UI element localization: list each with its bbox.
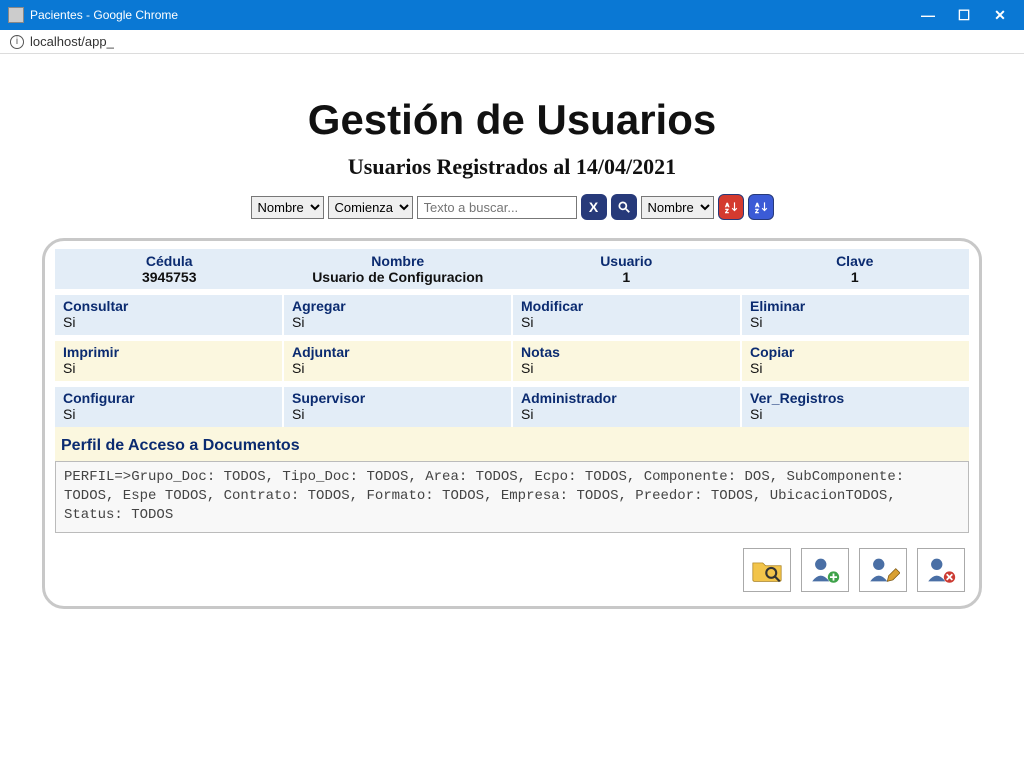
perm-cell: Copiar Si [742,341,969,381]
identity-cell-clave: Clave 1 [741,249,970,289]
url-text: localhost/app_ [30,34,114,49]
identity-label: Clave [747,253,964,269]
action-delete-user-button[interactable] [917,548,965,592]
perm-label: Agregar [292,298,503,314]
page-title: Gestión de Usuarios [24,96,1000,144]
perm-label: Copiar [750,344,961,360]
perm-value: Si [521,406,732,422]
window-title: Pacientes - Google Chrome [30,8,922,22]
identity-cell-usuario: Usuario 1 [512,249,741,289]
perm-cell: Agregar Si [284,295,513,335]
perm-value: Si [63,360,274,376]
browser-address-bar: i localhost/app_ [0,30,1024,54]
user-edit-icon [866,553,900,587]
identity-value: 3945753 [61,269,278,285]
perm-cell: Configurar Si [55,387,284,427]
perm-label: Consultar [63,298,274,314]
window-close-button[interactable]: ✕ [994,9,1006,21]
page-body: Gestión de Usuarios Usuarios Registrados… [0,54,1024,734]
perm-label: Modificar [521,298,732,314]
user-card: Cédula 3945753 Nombre Usuario de Configu… [42,238,982,609]
search-match-select[interactable]: Comienza [328,196,413,219]
perm-row: Configurar Si Supervisor Si Administrado… [55,387,969,427]
perm-value: Si [292,406,503,422]
clear-search-button[interactable]: X [581,194,607,220]
svg-text:A: A [755,203,760,209]
action-search-records-button[interactable] [743,548,791,592]
perm-label: Administrador [521,390,732,406]
perm-label: Imprimir [63,344,274,360]
search-field-select-2[interactable]: Nombre [641,196,714,219]
perm-value: Si [63,406,274,422]
perm-value: Si [750,360,961,376]
identity-value: 1 [518,269,735,285]
perm-value: Si [521,314,732,330]
perm-cell: Eliminar Si [742,295,969,335]
identity-label: Nombre [290,253,507,269]
perm-row: Consultar Si Agregar Si Modificar Si Eli… [55,295,969,335]
perm-cell: Administrador Si [513,387,742,427]
perm-label: Eliminar [750,298,961,314]
page-subtitle: Usuarios Registrados al 14/04/2021 [24,154,1000,180]
svg-text:Z: Z [725,209,729,214]
perm-label: Supervisor [292,390,503,406]
perm-cell: Notas Si [513,341,742,381]
profile-textarea[interactable] [55,461,969,533]
identity-cell-cedula: Cédula 3945753 [55,249,284,289]
perm-cell: Modificar Si [513,295,742,335]
user-add-icon [808,553,842,587]
window-minimize-button[interactable]: — [922,9,934,21]
window-titlebar: Pacientes - Google Chrome — ☐ ✕ [0,0,1024,30]
search-toolbar: Nombre Comienza X Nombre AZ AZ [24,194,1000,220]
site-info-icon[interactable]: i [10,35,24,49]
perm-cell: Adjuntar Si [284,341,513,381]
perm-cell: Consultar Si [55,295,284,335]
perm-label: Ver_Registros [750,390,961,406]
perm-value: Si [750,406,961,422]
identity-row: Cédula 3945753 Nombre Usuario de Configu… [55,249,969,289]
action-add-user-button[interactable] [801,548,849,592]
perm-value: Si [292,314,503,330]
perm-value: Si [521,360,732,376]
perm-cell: Supervisor Si [284,387,513,427]
svg-text:A: A [725,203,730,209]
app-icon [8,7,24,23]
identity-label: Usuario [518,253,735,269]
perm-label: Notas [521,344,732,360]
sort-asc-icon: AZ [724,200,738,214]
action-toolbar [55,548,969,592]
perm-value: Si [750,314,961,330]
search-field-select-1[interactable]: Nombre [251,196,324,219]
identity-value: 1 [747,269,964,285]
window-maximize-button[interactable]: ☐ [958,9,970,21]
perm-value: Si [63,314,274,330]
identity-value: Usuario de Configuracion [290,269,507,285]
identity-label: Cédula [61,253,278,269]
profile-label: Perfil de Acceso a Documentos [55,427,969,461]
perm-label: Adjuntar [292,344,503,360]
search-icon [617,200,631,214]
sort-desc-button[interactable]: AZ [748,194,774,220]
close-icon: X [589,199,598,215]
perm-row: Imprimir Si Adjuntar Si Notas Si Copiar … [55,341,969,381]
action-edit-user-button[interactable] [859,548,907,592]
run-search-button[interactable] [611,194,637,220]
perm-cell: Ver_Registros Si [742,387,969,427]
perm-value: Si [292,360,503,376]
perm-cell: Imprimir Si [55,341,284,381]
identity-cell-nombre: Nombre Usuario de Configuracion [284,249,513,289]
perm-label: Configurar [63,390,274,406]
svg-text:Z: Z [755,209,759,214]
search-input[interactable] [417,196,577,219]
sort-desc-icon: AZ [754,200,768,214]
folder-search-icon [750,553,784,587]
user-delete-icon [924,553,958,587]
sort-asc-button[interactable]: AZ [718,194,744,220]
